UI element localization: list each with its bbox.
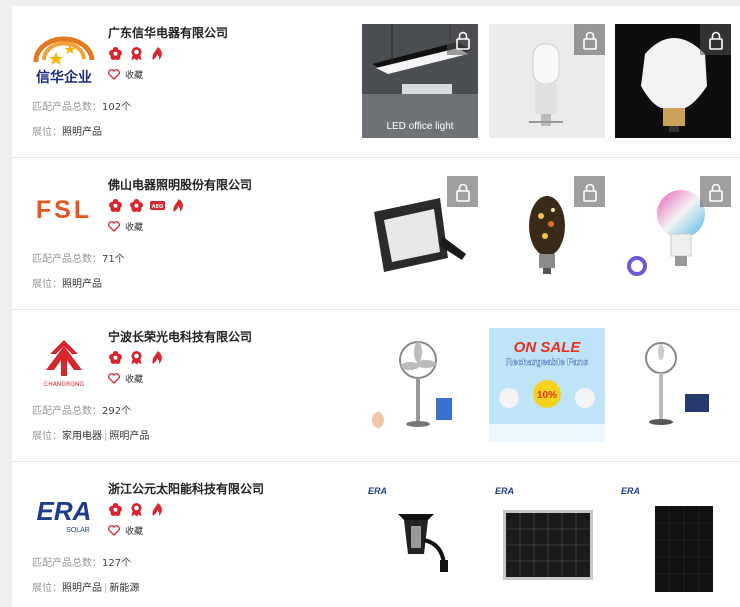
product-count: 匹配产品总数：127个 <box>32 558 132 569</box>
product-thumb-rechargeable-fans-sale[interactable]: ON SALE Rechargeable Fans 10% <box>489 328 605 442</box>
logo-subtext: SOLAR <box>66 527 90 534</box>
product-count: 匹配产品总数：102个 <box>32 102 132 113</box>
company-name[interactable]: 宁波长荣光电科技有限公司 <box>108 328 252 345</box>
heart-icon <box>108 221 120 232</box>
company-row: ERA SOLAR 浙江公元太阳能科技有限公司 收藏 匹配产品总数：127个 展… <box>12 462 740 607</box>
exhibitor-list: 信华企业 广东信华电器有限公司 收藏 匹配产品总数：102个 展位：照明产品 L… <box>12 6 740 607</box>
product-thumb-led-corn-bulb[interactable] <box>489 24 605 138</box>
award-badge-icon <box>129 46 144 61</box>
company-logo[interactable]: 信华企业 <box>26 30 102 86</box>
favorite-label: 收藏 <box>125 375 144 385</box>
badge-list <box>108 350 165 365</box>
product-thumb-solar-panel-black[interactable]: ERA <box>615 480 731 594</box>
favorite-label: 收藏 <box>125 527 144 537</box>
product-count-value: 71 <box>102 254 115 265</box>
favorite-label: 收藏 <box>125 71 144 81</box>
brand-mark: ERA <box>495 486 515 496</box>
sale-percent: 10% <box>537 390 557 401</box>
hall-link[interactable]: 照明产品 <box>62 127 102 138</box>
product-count-value: 127 <box>102 558 122 569</box>
flower-badge-icon <box>108 502 123 517</box>
flame-badge-icon <box>150 46 165 61</box>
badge-list <box>108 46 165 61</box>
company-name[interactable]: 广东信华电器有限公司 <box>108 24 228 41</box>
company-row: CHANGRONG 宁波长荣光电科技有限公司 收藏 匹配产品总数：292个 展位… <box>12 310 740 462</box>
product-thumb-floodlight[interactable] <box>362 176 478 290</box>
flower-badge-icon <box>108 350 123 365</box>
favorite-button[interactable]: 收藏 <box>108 372 143 385</box>
aeo-badge-icon: AEO <box>150 198 165 213</box>
flame-badge-icon <box>171 198 186 213</box>
company-logo[interactable]: CHANGRONG <box>26 334 102 390</box>
company-row: FSL 佛山电器照明股份有限公司 AEO 收藏 匹配产品总数：71个 展位：照明… <box>12 158 740 310</box>
lock-icon[interactable] <box>574 176 605 207</box>
company-logo[interactable]: ERA SOLAR <box>26 486 102 542</box>
logo-text: ERA <box>37 496 92 526</box>
heart-icon <box>108 69 120 80</box>
product-thumb-led-office-light[interactable]: LED office light <box>362 24 478 138</box>
hall-info: 展位：家用电器 | 照明产品 <box>32 431 150 442</box>
lock-icon[interactable] <box>447 176 478 207</box>
product-thumb-solar-standing-fan[interactable] <box>615 328 731 442</box>
hall-info: 展位：照明产品 | 新能源 <box>32 583 140 594</box>
flower-badge-icon <box>108 198 123 213</box>
award-badge-icon <box>129 350 144 365</box>
hall-link[interactable]: 照明产品 <box>62 279 102 290</box>
sale-title: ON SALE <box>514 339 582 356</box>
heart-icon <box>108 373 120 384</box>
hall-info: 展位：照明产品 <box>32 127 102 138</box>
thumb-caption: LED office light <box>386 121 454 132</box>
flame-badge-icon <box>150 350 165 365</box>
lock-icon[interactable] <box>700 24 731 55</box>
favorite-button[interactable]: 收藏 <box>108 524 143 537</box>
sale-subtitle: Rechargeable Fans <box>506 357 589 367</box>
favorite-label: 收藏 <box>125 223 144 233</box>
logo-text: FSL <box>35 195 93 224</box>
hall-link[interactable]: 家用电器 <box>62 431 102 442</box>
product-count: 匹配产品总数：292个 <box>32 406 132 417</box>
lock-icon[interactable] <box>700 176 731 207</box>
hall-link[interactable]: 照明产品 <box>62 583 102 594</box>
product-thumb-fireworks-bulb[interactable] <box>489 176 605 290</box>
lock-icon[interactable] <box>447 24 478 55</box>
badge-list: AEO <box>108 198 186 213</box>
product-thumb-rgb-smart-bulb[interactable] <box>615 176 731 290</box>
product-count: 匹配产品总数：71个 <box>32 254 125 265</box>
brand-mark: ERA <box>368 486 388 496</box>
company-name[interactable]: 佛山电器照明股份有限公司 <box>108 176 252 193</box>
company-row: 信华企业 广东信华电器有限公司 收藏 匹配产品总数：102个 展位：照明产品 L… <box>12 6 740 158</box>
product-thumb-solar-panel-framed[interactable]: ERA <box>489 480 605 594</box>
company-name[interactable]: 浙江公元太阳能科技有限公司 <box>108 480 264 497</box>
product-thumb-solar-wall-lantern[interactable]: ERA <box>362 480 478 594</box>
brand-mark: ERA <box>621 486 641 496</box>
favorite-button[interactable]: 收藏 <box>108 68 143 81</box>
product-count-value: 102 <box>102 102 122 113</box>
heart-icon <box>108 525 120 536</box>
badge-list <box>108 502 165 517</box>
logo-text: CHANGRONG <box>44 381 84 388</box>
flame-badge-icon <box>150 502 165 517</box>
logo-text: 信华企业 <box>36 69 92 86</box>
hall-link[interactable]: 照明产品 <box>109 431 149 442</box>
hall-link[interactable]: 新能源 <box>109 583 139 594</box>
flower-badge-icon <box>129 198 144 213</box>
hall-info: 展位：照明产品 <box>32 279 102 290</box>
svg-text:AEO: AEO <box>152 204 164 210</box>
lock-icon[interactable] <box>574 24 605 55</box>
flower-badge-icon <box>108 46 123 61</box>
company-logo[interactable]: FSL <box>26 182 102 238</box>
product-count-value: 292 <box>102 406 122 417</box>
favorite-button[interactable]: 收藏 <box>108 220 143 233</box>
award-badge-icon <box>129 502 144 517</box>
product-thumb-standing-fan[interactable] <box>362 328 478 442</box>
product-thumb-led-bulb[interactable] <box>615 24 731 138</box>
